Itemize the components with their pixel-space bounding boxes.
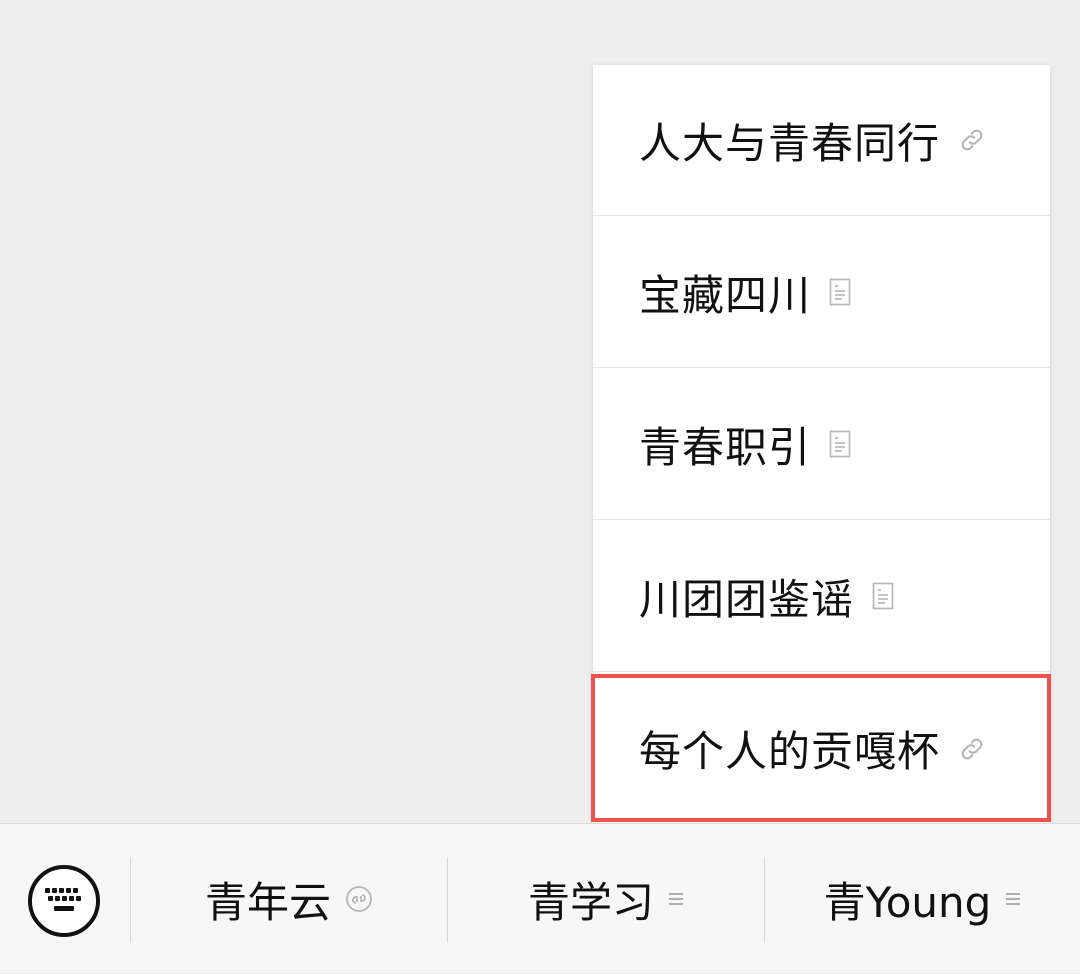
bar-menu-qingxuexi[interactable]: 青学习 <box>448 824 764 974</box>
bar-menu-label: 青学习 <box>527 877 654 927</box>
article-icon <box>829 278 851 306</box>
submenu-icon <box>668 891 684 907</box>
bar-menu-label: 青Young <box>823 877 992 927</box>
bar-menu-label: 青年云 <box>204 877 331 927</box>
keyboard-icon <box>44 886 84 916</box>
menu-item-label: 青春职引 <box>639 422 812 472</box>
menu-item-label: 每个人的贡嘎杯 <box>639 727 941 776</box>
article-icon <box>829 430 851 458</box>
bar-menu-qingnianyun[interactable]: 青年云 <box>131 824 447 974</box>
link-icon <box>958 126 986 154</box>
menu-item-rendayuqingchun[interactable]: 人大与青春同行 <box>593 65 1050 216</box>
menu-item-chuantuantuanjianyao[interactable]: 川团团鉴谣 <box>593 521 1050 672</box>
submenu-icon <box>1005 891 1021 907</box>
bottom-menu-bar: 青年云 青学习 青Young <box>0 823 1080 973</box>
menu-item-label: 人大与青春同行 <box>639 118 941 168</box>
link-icon <box>958 735 986 763</box>
article-icon <box>872 582 894 610</box>
menu-item-baozangsichuan[interactable]: 宝藏四川 <box>593 217 1050 368</box>
menu-item-qingchunzhiyin[interactable]: 青春职引 <box>593 369 1050 520</box>
keyboard-toggle-button[interactable] <box>28 865 100 937</box>
menu-item-label: 宝藏四川 <box>639 270 812 320</box>
menu-item-meigerendegonggabei[interactable]: 每个人的贡嘎杯 <box>593 673 1050 824</box>
menu-item-label: 川团团鉴谣 <box>639 574 855 624</box>
popup-submenu: 人大与青春同行 宝藏四川 青春职引 川团团鉴谣 每个人的贡嘎杯 <box>593 65 1050 823</box>
bar-menu-qingyoung[interactable]: 青Young <box>765 824 1080 974</box>
mini-program-icon <box>345 885 373 913</box>
